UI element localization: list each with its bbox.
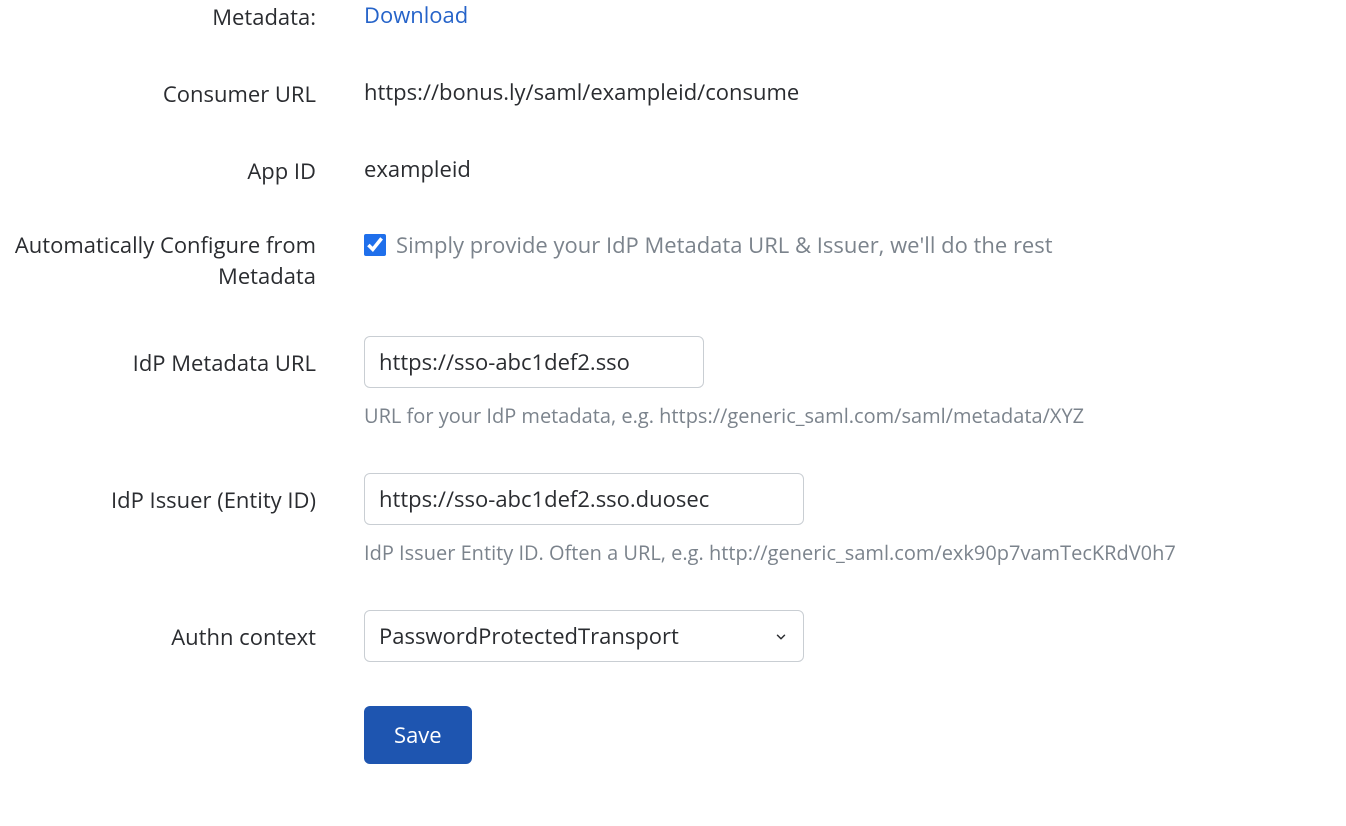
app-id-row: App ID exampleid	[0, 154, 1346, 187]
auto-configure-checkbox[interactable]	[364, 234, 386, 256]
app-id-label: App ID	[247, 156, 316, 186]
idp-metadata-url-row: IdP Metadata URL URL for your IdP metada…	[0, 336, 1346, 429]
consumer-url-row: Consumer URL https://bonus.ly/saml/examp…	[0, 77, 1346, 110]
auto-configure-help: Simply provide your IdP Metadata URL & I…	[396, 230, 1053, 260]
auto-configure-row: Automatically Configure from Metadata Si…	[0, 230, 1346, 292]
authn-context-select[interactable]: PasswordProtectedTransport	[364, 610, 804, 662]
idp-issuer-label: IdP Issuer (Entity ID)	[111, 485, 316, 515]
idp-metadata-url-input[interactable]	[364, 336, 704, 388]
authn-context-row: Authn context PasswordProtectedTransport	[0, 610, 1346, 662]
auto-configure-label: Automatically Configure from Metadata	[15, 230, 316, 291]
consumer-url-value: https://bonus.ly/saml/exampleid/consume	[364, 77, 1346, 107]
metadata-label: Metadata:	[212, 2, 316, 32]
authn-context-label: Authn context	[171, 622, 316, 652]
metadata-download-link[interactable]: Download	[364, 0, 1346, 30]
save-row: Save	[0, 706, 1346, 764]
save-button[interactable]: Save	[364, 706, 472, 764]
metadata-row: Metadata: Download	[0, 0, 1346, 33]
saml-settings-form: Metadata: Download Consumer URL https://…	[0, 0, 1346, 808]
idp-issuer-row: IdP Issuer (Entity ID) IdP Issuer Entity…	[0, 473, 1346, 566]
consumer-url-label: Consumer URL	[163, 79, 316, 109]
idp-metadata-url-label: IdP Metadata URL	[133, 348, 316, 378]
app-id-value: exampleid	[364, 154, 1346, 184]
idp-metadata-url-help: URL for your IdP metadata, e.g. https://…	[364, 402, 1346, 429]
idp-issuer-help: IdP Issuer Entity ID. Often a URL, e.g. …	[364, 539, 1346, 566]
idp-issuer-input[interactable]	[364, 473, 804, 525]
